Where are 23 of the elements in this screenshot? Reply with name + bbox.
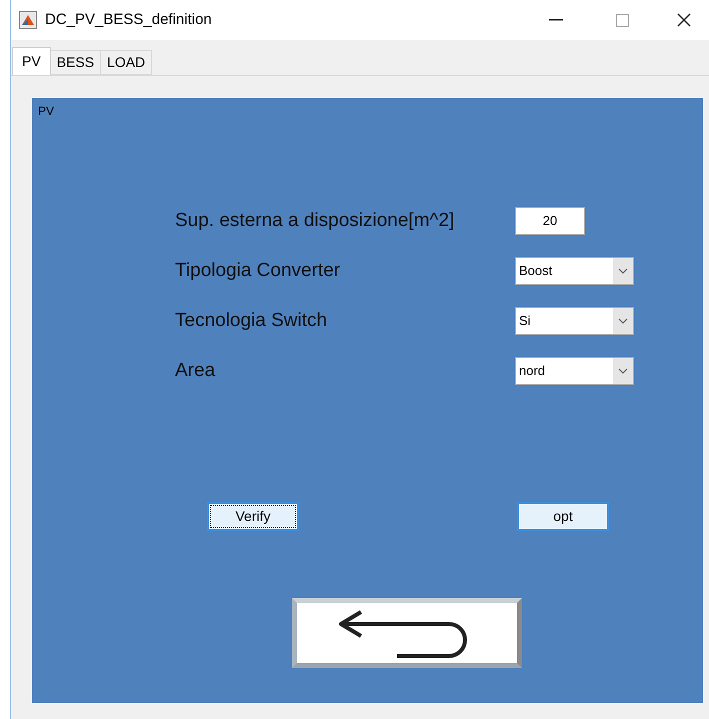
panel-title: PV <box>38 103 54 120</box>
maximize-icon <box>616 14 628 26</box>
chevron-down-icon <box>613 358 633 384</box>
field-label: Area <box>175 358 216 383</box>
app-logo-icon <box>19 11 37 29</box>
tab[interactable]: BESS <box>50 50 102 75</box>
field-label: Sup. esterna a disposizione[m^2] <box>175 208 456 233</box>
tab[interactable]: PV <box>12 47 51 75</box>
dropdown[interactable]: Si <box>515 307 634 335</box>
input-field[interactable]: 20 <box>515 207 585 235</box>
dropdown[interactable]: Boost <box>515 257 634 285</box>
window-title: DC_PV_BESS_definition <box>45 10 212 30</box>
dropdown[interactable]: nord <box>515 357 634 385</box>
opt-button[interactable]: opt <box>517 502 609 531</box>
field-label: Tipologia Converter <box>175 258 342 283</box>
verify-button[interactable]: Verify <box>207 502 299 531</box>
back-button[interactable] <box>292 598 522 668</box>
field-label: Tecnologia Switch <box>175 308 328 333</box>
minimize-icon <box>549 19 563 21</box>
chevron-down-icon <box>613 308 633 334</box>
tab[interactable]: LOAD <box>101 50 152 75</box>
chevron-down-icon <box>613 258 633 284</box>
close-icon <box>677 13 691 27</box>
